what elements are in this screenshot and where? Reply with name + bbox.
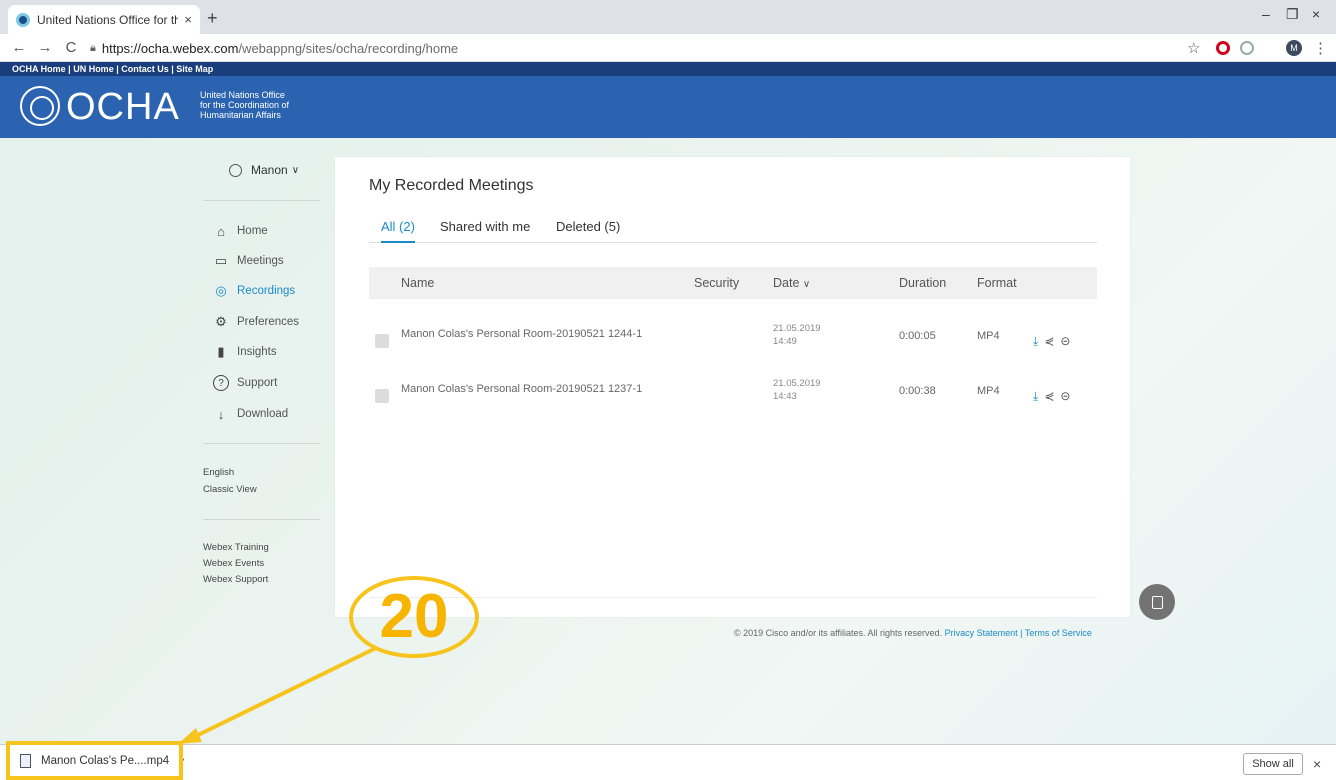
annotation-arrow [178,646,377,744]
annotation-number: 20 [379,582,449,651]
annotation-highlight-box [6,741,183,780]
annotation-step-badge: 20 [349,576,479,658]
